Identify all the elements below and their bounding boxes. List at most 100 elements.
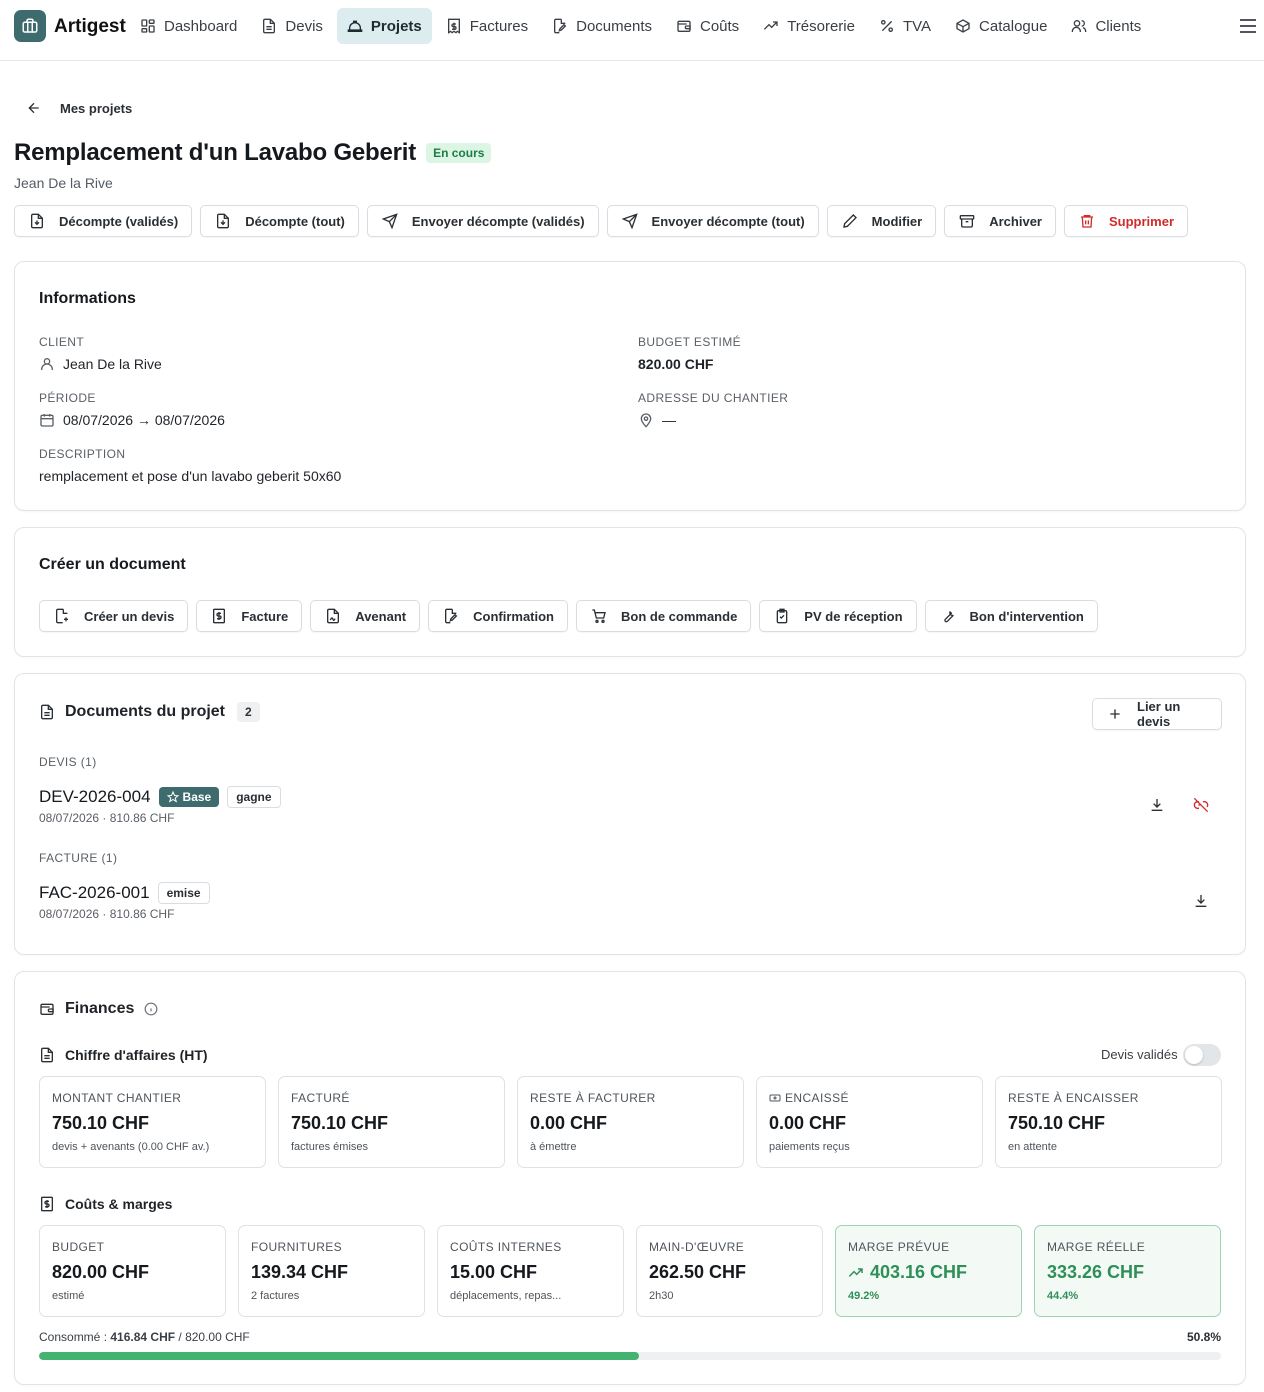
avenant-button[interactable]: Avenant [310, 600, 421, 632]
brand-name[interactable]: Artigest [54, 16, 126, 38]
archiver-button[interactable]: Archiver [944, 205, 1056, 237]
stat-couts-internes: COÛTS INTERNES 15.00 CHF déplacements, r… [437, 1225, 624, 1317]
devis-number[interactable]: DEV-2026-004 [39, 787, 151, 807]
nav-item-documents[interactable]: Documents [542, 8, 662, 44]
modifier-button[interactable]: Modifier [826, 205, 937, 237]
envoyer-decompte-valides-button[interactable]: Envoyer décompte (validés) [366, 205, 599, 237]
facture-number[interactable]: FAC-2026-001 [39, 883, 150, 903]
adresse-label: ADRESSE DU CHANTIER [638, 391, 789, 405]
file-edit-icon [552, 18, 568, 34]
bon-commande-button[interactable]: Bon de commande [576, 600, 752, 632]
adresse-value-row: — [638, 412, 676, 428]
devis-status-badge: gagne [227, 786, 281, 808]
hamburger-menu-icon[interactable] [1238, 17, 1258, 35]
nav-item-devis[interactable]: Devis [251, 8, 333, 44]
banknote-icon [769, 1092, 781, 1104]
info-icon[interactable] [144, 1002, 158, 1016]
nav-label: Clients [1095, 17, 1142, 35]
supprimer-button[interactable]: Supprimer [1063, 205, 1188, 237]
top-navigation-bar: Artigest Dashboard Devis Projets Facture… [0, 0, 1264, 61]
facture-row[interactable]: FAC-2026-001 emise [39, 882, 210, 904]
stat-value: 0.00 CHF [530, 1113, 608, 1133]
devis-row[interactable]: DEV-2026-004 Base gagne [39, 786, 281, 808]
periode-label: PÉRIODE [39, 391, 96, 405]
description-value: remplacement et pose d'un lavabo geberit… [39, 468, 342, 484]
stat-label: RESTE À ENCAISSER [1008, 1091, 1139, 1105]
file-plus-icon [54, 608, 70, 624]
stat-label: FACTURÉ [291, 1091, 350, 1105]
unlink-icon[interactable] [1193, 797, 1209, 813]
consumed-value: 416.84 CHF [110, 1330, 176, 1344]
button-label: Avenant [355, 608, 407, 624]
bon-intervention-button[interactable]: Bon d'intervention [924, 600, 1098, 632]
creer-devis-button[interactable]: Créer un devis [39, 600, 189, 632]
budget-value: 820.00 CHF [638, 356, 714, 372]
stat-sub: estimé [52, 1290, 85, 1302]
client-value: Jean De la Rive [63, 356, 162, 372]
page-title: Remplacement d'un Lavabo Geberit [14, 139, 417, 166]
hard-hat-icon [347, 18, 363, 34]
stat-marge-reelle: MARGE RÉELLE 333.26 CHF 44.4% [1034, 1225, 1221, 1317]
file-icon [39, 704, 55, 720]
confirmation-button[interactable]: Confirmation [428, 600, 568, 632]
file-download-icon [215, 213, 231, 229]
button-label: Supprimer [1108, 213, 1174, 229]
finances-header: Finances [39, 1000, 158, 1018]
consumed-text: Consommé : 416.84 CHF / 820.00 CHF [39, 1330, 250, 1344]
periode-value-row: 08/07/2026 → 08/07/2026 [39, 412, 225, 428]
nav-item-tva[interactable]: TVA [869, 8, 941, 44]
costs-title: Coûts & marges [65, 1196, 173, 1212]
stat-label: RESTE À FACTURER [530, 1091, 656, 1105]
file-icon [261, 18, 277, 34]
receipt-icon [211, 608, 227, 624]
ca-title: Chiffre d'affaires (HT) [65, 1047, 208, 1063]
nav-item-catalogue[interactable]: Catalogue [945, 8, 1057, 44]
stat-main-oeuvre: MAIN-D'ŒUVRE 262.50 CHF 2h30 [636, 1225, 823, 1317]
devis-section-label: DEVIS (1) [39, 755, 97, 769]
download-icon[interactable] [1193, 893, 1209, 909]
users-icon [1071, 18, 1087, 34]
decompte-tout-button[interactable]: Décompte (tout) [200, 205, 359, 237]
button-label: Lier un devis [1137, 699, 1181, 729]
nav-item-tresorerie[interactable]: Trésorerie [753, 8, 865, 44]
back-link[interactable]: Mes projets [26, 100, 132, 116]
stat-value: 139.34 CHF [251, 1262, 349, 1282]
facture-button[interactable]: Facture [196, 600, 303, 632]
nav-item-dashboard[interactable]: Dashboard [130, 8, 247, 44]
wallet-icon [676, 18, 692, 34]
stat-label: MARGE RÉELLE [1047, 1240, 1146, 1254]
devis-valides-toggle[interactable] [1183, 1044, 1221, 1066]
stat-encaisse: ENCAISSÉ 0.00 CHF paiements reçus [756, 1076, 983, 1168]
stat-label: MARGE PRÉVUE [848, 1240, 950, 1254]
envoyer-decompte-tout-button[interactable]: Envoyer décompte (tout) [606, 205, 819, 237]
nav-item-couts[interactable]: Coûts [666, 8, 749, 44]
stat-label: MONTANT CHANTIER [52, 1091, 182, 1105]
consumed-prefix: Consommé : [39, 1330, 111, 1344]
button-label: Décompte (validés) [59, 213, 179, 229]
stat-label: COÛTS INTERNES [450, 1240, 562, 1254]
nav-item-factures[interactable]: Factures [436, 8, 538, 44]
pv-reception-button[interactable]: PV de réception [759, 600, 917, 632]
trending-up-icon [848, 1265, 864, 1281]
nav-label: Documents [576, 17, 652, 35]
dashboard-icon [140, 18, 156, 34]
file-edit-icon [443, 608, 459, 624]
documents-title: Documents du projet [65, 703, 226, 720]
wrench-icon [940, 608, 956, 624]
stat-sub: en attente [1008, 1141, 1057, 1153]
finances-title: Finances [65, 1000, 135, 1017]
stat-montant-chantier: MONTANT CHANTIER 750.10 CHF devis + aven… [39, 1076, 266, 1168]
info-card: Informations CLIENT Jean De la Rive BUDG… [14, 261, 1246, 511]
decompte-valides-button[interactable]: Décompte (validés) [14, 205, 193, 237]
button-label: Envoyer décompte (validés) [411, 213, 585, 229]
package-icon [955, 18, 971, 34]
nav-item-projets[interactable]: Projets [336, 8, 432, 44]
button-label: Confirmation [473, 608, 554, 624]
lier-devis-button[interactable]: Lier un devis [1092, 698, 1222, 730]
logo-icon[interactable] [14, 10, 46, 42]
nav-item-clients[interactable]: Clients [1061, 8, 1151, 44]
create-document-title: Créer un document [39, 556, 186, 573]
facture-status-badge: emise [157, 882, 210, 904]
consumed-progress-fill [39, 1352, 640, 1360]
download-icon[interactable] [1149, 797, 1165, 813]
